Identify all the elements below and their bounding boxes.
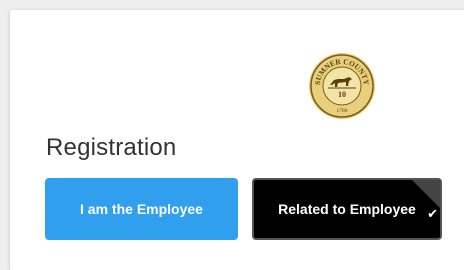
related-to-employee-button[interactable]: Related to Employee ✔ [252, 178, 442, 240]
i-am-employee-label: I am the Employee [80, 201, 203, 217]
registration-heading: Registration [46, 134, 177, 161]
seal-center-text: 10 [338, 90, 346, 99]
i-am-employee-button[interactable]: I am the Employee [45, 178, 238, 240]
selected-corner-badge: ✔ [412, 180, 440, 221]
checkmark-icon: ✔ [427, 206, 438, 221]
related-to-employee-label: Related to Employee [278, 201, 416, 217]
seal-bottom-text: 1786 [337, 108, 348, 114]
county-seal-logo: SUMNER COUNTY 10 1786 [309, 53, 375, 119]
registration-card: SUMNER COUNTY 10 1786 Registration I am … [10, 10, 464, 270]
